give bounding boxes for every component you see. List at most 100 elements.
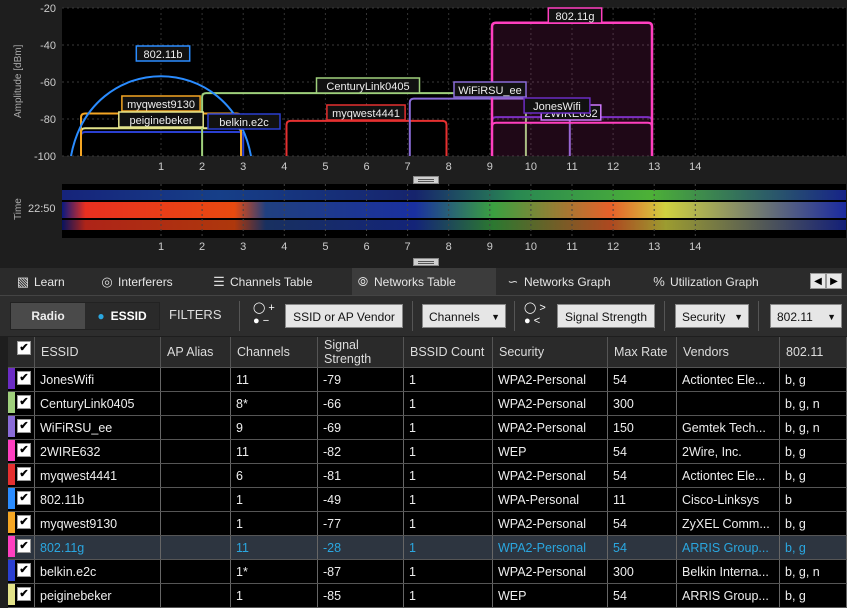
table-row[interactable]: ✔ peiginebeker 1 -85 1 WEP 54 ARRIS Group... b, … (8, 583, 847, 608)
tab-utilization-graph[interactable]: % Utilization Graph (648, 268, 759, 295)
col-vendors[interactable]: Vendors (676, 337, 780, 368)
network-label[interactable]: myqwest4441 (326, 104, 406, 121)
col-signal-strength[interactable]: Signal Strength (317, 337, 404, 368)
select-all-checkbox[interactable]: ✔ (8, 337, 35, 368)
row-checkbox[interactable]: ✔ (8, 559, 35, 584)
channel-tick-label: 8 (446, 241, 452, 253)
network-label[interactable]: 802.11g (547, 7, 603, 24)
channel-tick-label: 5 (322, 161, 328, 173)
cell-bssid-count: 1 (403, 367, 493, 392)
col-ap-alias[interactable]: AP Alias (160, 337, 231, 368)
table-row[interactable]: ✔ belkin.e2c 1* -87 1 WPA2-Personal 300 Belkin … (8, 559, 847, 584)
radio-toggle[interactable]: Radio (11, 303, 85, 329)
cell-essid: myqwest9130 (34, 511, 161, 536)
security-dropdown[interactable]: Security ▼ (675, 304, 749, 328)
chevron-down-icon: ▼ (827, 312, 836, 322)
channel-tick-label: 14 (689, 241, 701, 253)
col-channels[interactable]: Channels (230, 337, 318, 368)
col-max-rate[interactable]: Max Rate (607, 337, 677, 368)
network-label[interactable]: peiginebeker (118, 111, 204, 128)
tabs-scroll-left-button[interactable]: ◀ (810, 273, 826, 289)
greater-than-radio[interactable]: ◯ > (524, 303, 546, 314)
exclude-radio[interactable]: ● − (253, 316, 269, 327)
cell-802-11: b, g, n (779, 391, 847, 416)
ssid-vendor-filter-button[interactable]: SSID or AP Vendor (285, 304, 403, 328)
cell-bssid-count: 1 (403, 439, 493, 464)
col-essid[interactable]: ESSID (34, 337, 161, 368)
cell-vendor: ARRIS Group... (676, 535, 780, 560)
row-checkbox[interactable]: ✔ (8, 463, 35, 488)
channel-tick-label: 9 (487, 161, 493, 173)
cell-vendor: Gemtek Tech... (676, 415, 780, 440)
cell-security: WEP (492, 583, 608, 608)
table-header-row: ✔ ESSID AP Alias Channels Signal Strengt… (8, 337, 847, 368)
include-radio[interactable]: ◯ + (253, 303, 275, 314)
tab-learn[interactable]: ▧ Learn (12, 268, 65, 295)
table-row[interactable]: ✔ 2WIRE632 11 -82 1 WEP 54 2Wire, Inc. b, g (8, 439, 847, 464)
selected-dot-icon: ● (97, 309, 105, 323)
row-checkbox[interactable]: ✔ (8, 415, 35, 440)
network-label[interactable]: myqwest9130 (121, 95, 201, 112)
row-checkbox[interactable]: ✔ (8, 391, 35, 416)
channel-tick-label: 5 (322, 241, 328, 253)
table-row[interactable]: ✔ myqwest4441 6 -81 1 WPA2-Personal 54 Actionte… (8, 463, 847, 488)
essid-toggle[interactable]: ● ESSID (85, 303, 159, 329)
col-bssid-count[interactable]: BSSID Count (403, 337, 493, 368)
network-color-swatch (8, 368, 15, 389)
tab-interferers[interactable]: ◎ Interferers (96, 268, 172, 295)
tab-networks-graph[interactable]: ∽ Networks Graph (502, 268, 611, 295)
cell-signal-strength: -49 (317, 487, 404, 512)
tab-networks-table[interactable]: ⦾ Networks Table (352, 268, 496, 295)
channel-tick-label: 3 (240, 241, 246, 253)
amplitude-tick-label: -60 (40, 77, 56, 89)
standard-dropdown[interactable]: 802.11 ▼ (770, 304, 842, 328)
table-row[interactable]: ✔ myqwest9130 1 -77 1 WPA2-Personal 54 ZyXEL Co… (8, 511, 847, 536)
cell-channels: 11 (230, 367, 318, 392)
table-splitter[interactable] (413, 258, 439, 266)
table-row[interactable]: ✔ 802.11b 1 -49 1 WPA-Personal 11 Cisco-Linksys… (8, 487, 847, 512)
table-row[interactable]: ✔ 802.11g 11 -28 1 WPA2-Personal 54 ARRIS Group… (8, 535, 847, 560)
row-checkbox[interactable]: ✔ (8, 439, 35, 464)
cell-essid: CenturyLink0405 (34, 391, 161, 416)
table-row[interactable]: ✔ JonesWifi 11 -79 1 WPA2-Personal 54 Actiontec… (8, 367, 847, 392)
table-row[interactable]: ✔ CenturyLink0405 8* -66 1 WPA2-Personal 300 b,… (8, 391, 847, 416)
network-label[interactable]: belkin.e2c (207, 113, 281, 130)
cell-signal-strength: -87 (317, 559, 404, 584)
network-label[interactable]: WiFiRSU_ee (453, 81, 527, 98)
cell-max-rate: 54 (607, 463, 677, 488)
network-label[interactable]: CenturyLink0405 (315, 77, 421, 94)
row-checkbox[interactable]: ✔ (8, 511, 35, 536)
cell-channels: 11 (230, 439, 318, 464)
svg-text:CenturyLink0405: CenturyLink0405 (326, 81, 409, 93)
network-color-swatch (8, 464, 15, 485)
cell-bssid-count: 1 (403, 487, 493, 512)
col-security[interactable]: Security (492, 337, 608, 368)
cell-essid: JonesWifi (34, 367, 161, 392)
network-label[interactable]: 802.11b (135, 45, 191, 62)
checkmark-icon: ✔ (17, 443, 31, 457)
row-checkbox[interactable]: ✔ (8, 583, 35, 608)
cell-channels: 8* (230, 391, 318, 416)
cell-essid: WiFiRSU_ee (34, 415, 161, 440)
table-row[interactable]: ✔ WiFiRSU_ee 9 -69 1 WPA2-Personal 150 Gemtek T… (8, 415, 847, 440)
row-checkbox[interactable]: ✔ (8, 367, 35, 392)
channels-dropdown[interactable]: Channels ▼ (422, 304, 506, 328)
channel-tick-label: 2 (199, 241, 205, 253)
less-than-radio[interactable]: ● < (524, 316, 540, 327)
network-color-swatch (8, 488, 15, 509)
channel-tick-label: 10 (525, 161, 537, 173)
graph-splitter[interactable] (413, 176, 439, 184)
tabs-scroll-right-button[interactable]: ▶ (826, 273, 842, 289)
signal-strength-filter-button[interactable]: Signal Strength (557, 304, 655, 328)
cell-ap-alias (160, 583, 231, 608)
cell-bssid-count: 1 (403, 463, 493, 488)
channel-tick-label: 3 (240, 161, 246, 173)
cell-vendor: Belkin Interna... (676, 559, 780, 584)
row-checkbox[interactable]: ✔ (8, 487, 35, 512)
row-checkbox[interactable]: ✔ (8, 535, 35, 560)
tab-channels-table[interactable]: ☰ Channels Table (208, 268, 312, 295)
cell-bssid-count: 1 (403, 583, 493, 608)
col-802-11[interactable]: 802.11 (779, 337, 847, 368)
divider (758, 301, 759, 331)
network-label[interactable]: JonesWifi (523, 97, 591, 114)
